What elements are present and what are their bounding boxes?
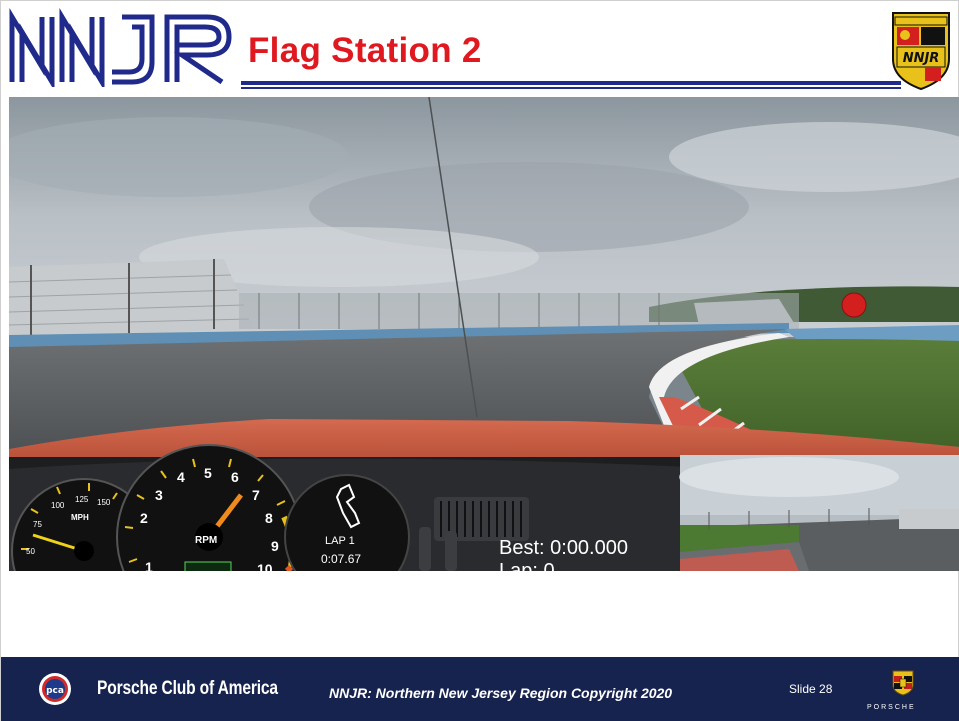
mph-label: MPH (71, 513, 89, 522)
nnjr-logo (9, 7, 232, 87)
slide-number: Slide 28 (789, 682, 833, 696)
slide-title: Flag Station 2 (248, 31, 482, 70)
lap-time: 0:07.67 (321, 552, 362, 566)
rpm-tick: 6 (231, 469, 239, 485)
porsche-wordmark: PORSCHE (867, 704, 916, 711)
mph-tick: 50 (26, 547, 35, 556)
porsche-crest-icon (892, 670, 914, 696)
best-lap-readout: Best: 0:00.000 (499, 537, 628, 559)
lap-count-readout: Lap: 0 (499, 560, 555, 571)
lap-number-label: LAP 1 (325, 535, 355, 547)
rpm-tick: 10 (257, 561, 273, 571)
svg-text:NNJR: NNJR (903, 51, 940, 66)
pca-badge-icon: pca (39, 673, 71, 705)
club-name: Porsche Club of America (97, 678, 278, 699)
nnjr-crest-icon: NNJR (892, 12, 950, 91)
rpm-tick: 5 (204, 465, 212, 481)
track-scene (9, 97, 959, 571)
copyright-text: NNJR: Northern New Jersey Region Copyrig… (329, 685, 673, 701)
mph-tick: 75 (33, 520, 42, 529)
header-rule-thin (241, 87, 901, 89)
rpm-tick: 2 (140, 510, 148, 526)
slide-footer: pca Porsche Club of America NNJR: Northe… (1, 657, 959, 721)
rpm-label: RPM (195, 535, 218, 546)
rpm-tick: 3 (155, 487, 163, 503)
header-rule (241, 81, 901, 85)
slide-header: Flag Station 2 NNJR (1, 1, 959, 97)
mph-tick: 150 (97, 498, 111, 507)
mph-tick: 100 (51, 501, 65, 510)
rpm-tick: 4 (177, 469, 185, 485)
rpm-tick: 1 (145, 559, 153, 571)
svg-text:pca: pca (46, 686, 64, 696)
slide: Flag Station 2 NNJR 50 75 100 125 150 1 … (0, 0, 959, 721)
onboard-video[interactable]: 50 75 100 125 150 1 2 3 4 5 6 7 8 9 10 M… (9, 97, 959, 571)
rpm-tick: 9 (271, 538, 279, 554)
mph-tick: 125 (75, 495, 89, 504)
rpm-tick: 8 (265, 510, 273, 526)
rpm-tick: 7 (252, 487, 260, 503)
